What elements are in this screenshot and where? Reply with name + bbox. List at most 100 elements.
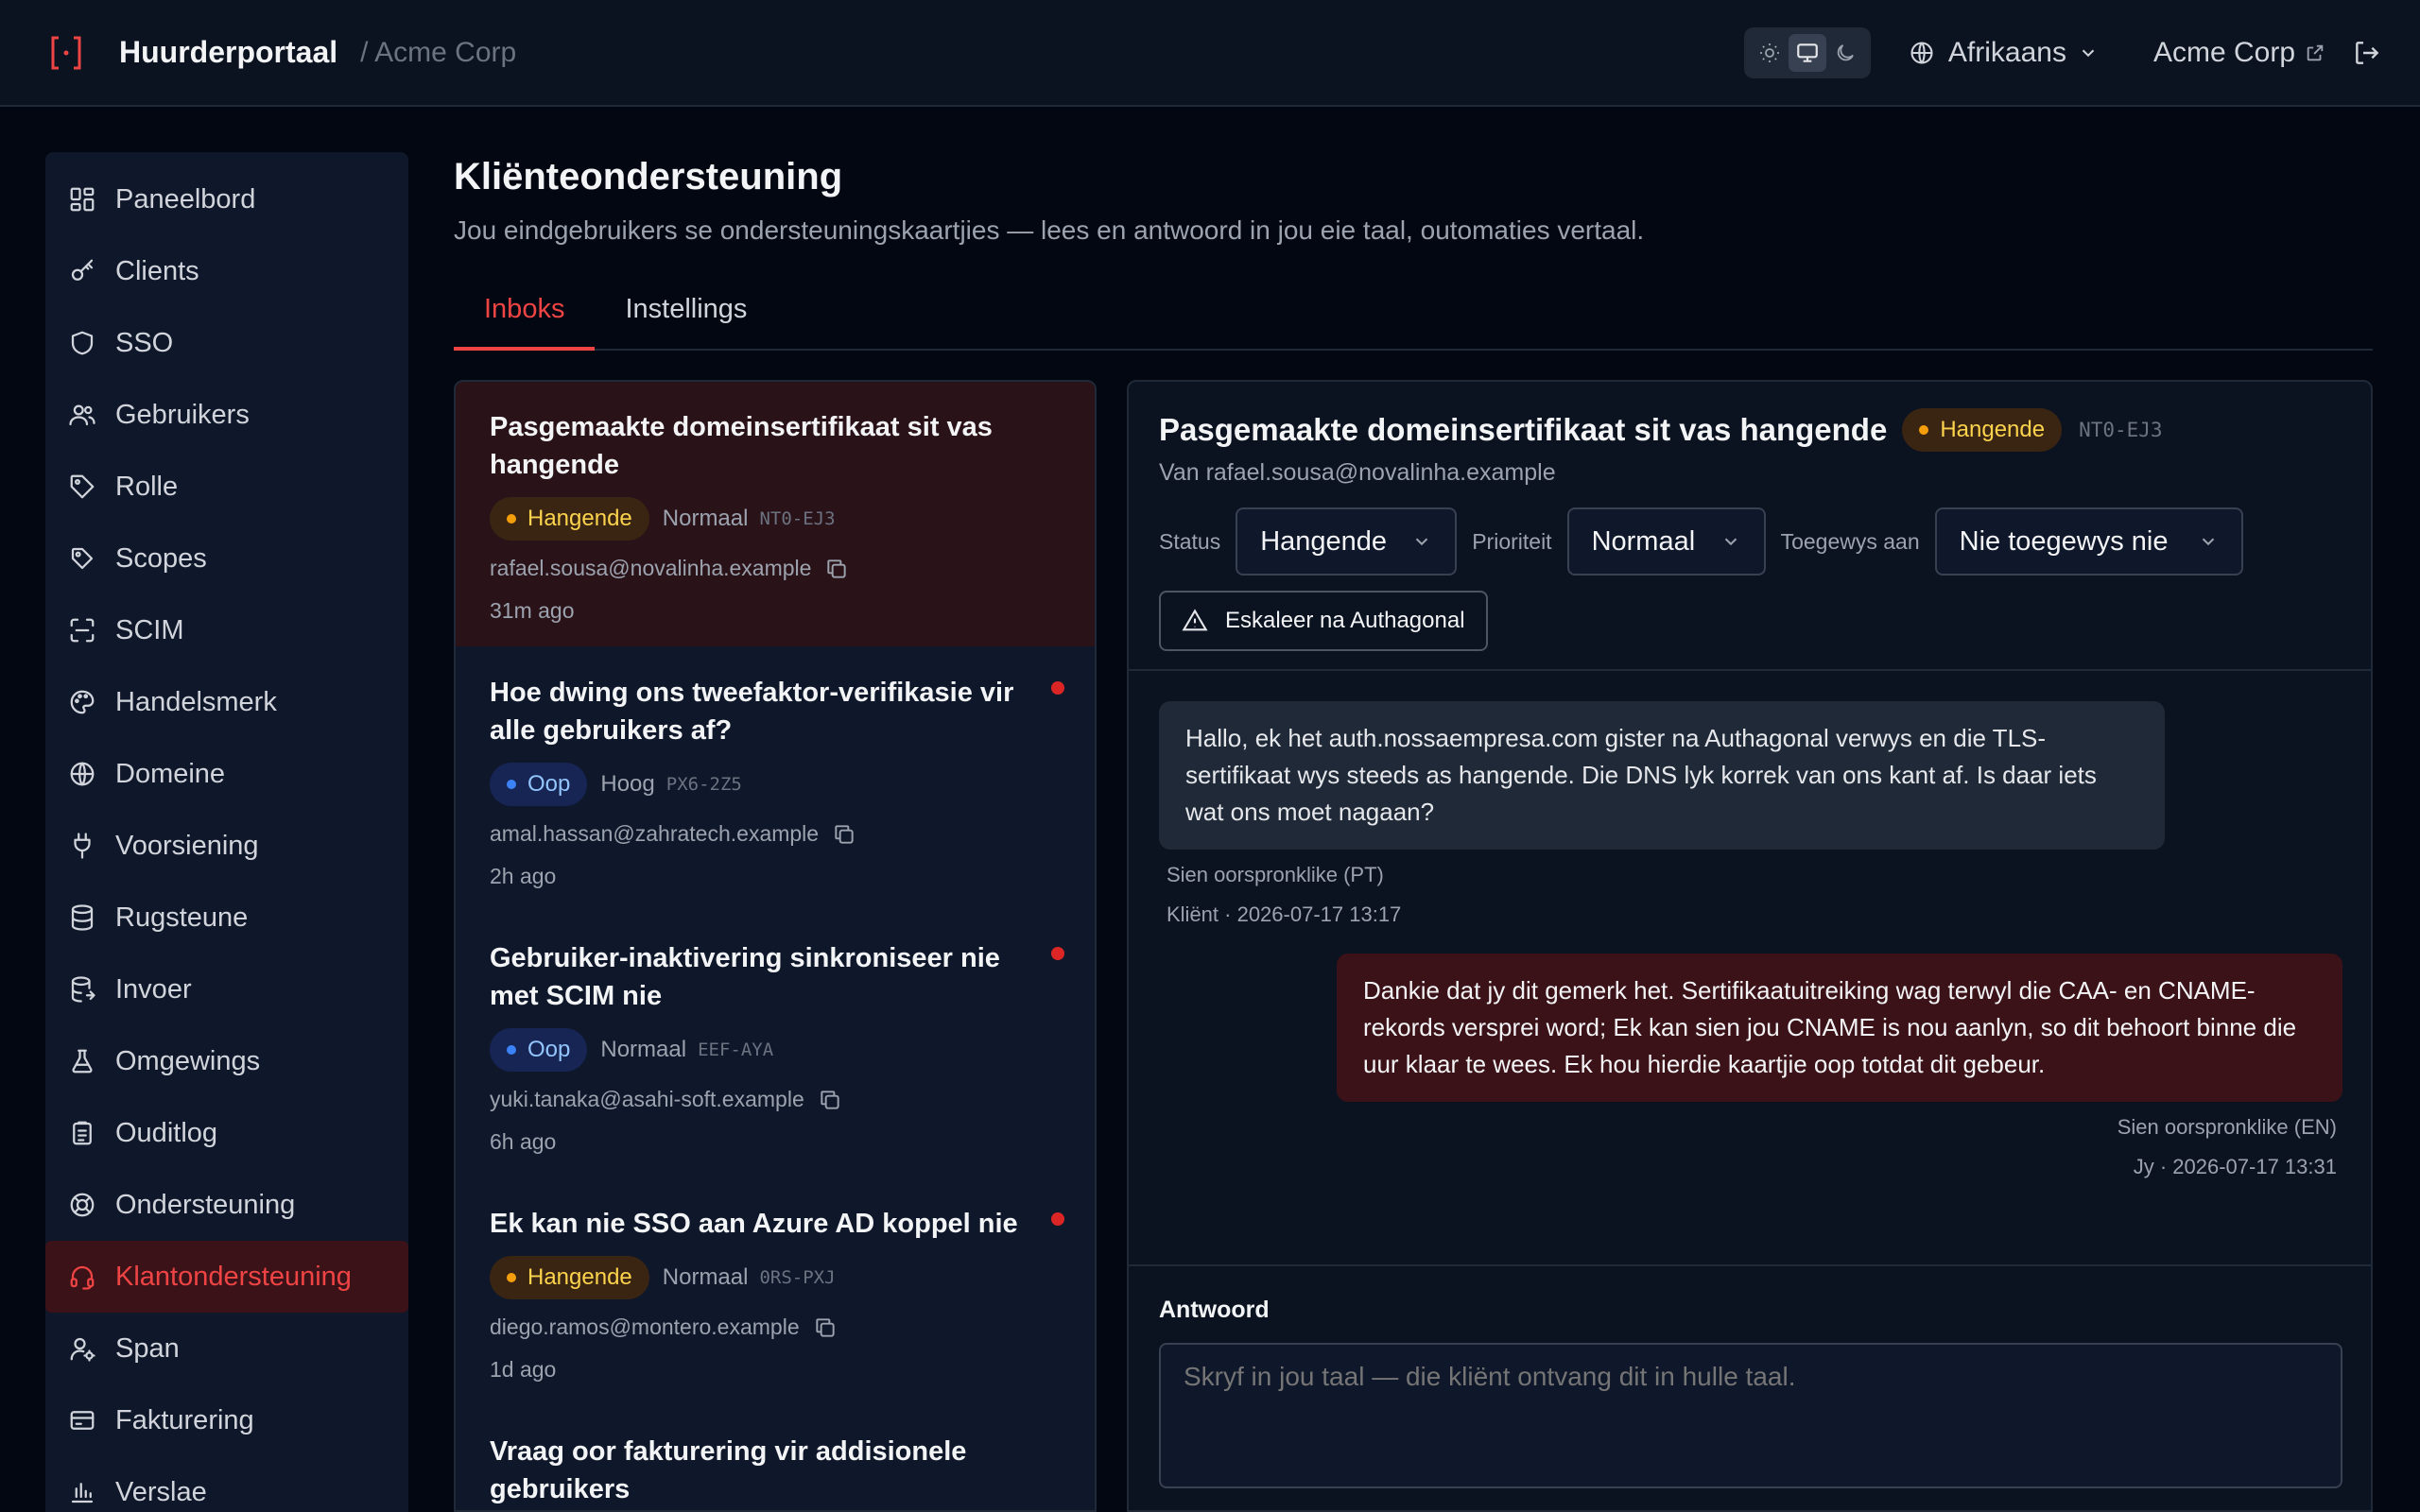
status-dot xyxy=(507,1273,516,1282)
assignee-select-value: Nie toegewys nie xyxy=(1959,525,2169,557)
sidebar-item-invoer[interactable]: Invoer xyxy=(45,954,408,1025)
moon-icon xyxy=(1837,44,1854,61)
copy-icon[interactable] xyxy=(832,822,856,847)
unread-dot xyxy=(1051,947,1064,960)
users-icon xyxy=(69,404,95,426)
view-original-link[interactable]: Sien oorspronklike (EN) xyxy=(1167,1113,2337,1142)
ticket-priority: Normaal xyxy=(662,506,749,531)
ticket-code: 0RS-PXJ xyxy=(759,1267,836,1288)
copy-icon[interactable] xyxy=(813,1315,838,1340)
sidebar-item-label: Voorsiening xyxy=(115,830,259,861)
status-badge: Hangende xyxy=(490,497,649,541)
sidebar-item-label: Domeine xyxy=(115,758,226,789)
escalate-label: Eskaleer na Authagonal xyxy=(1225,608,1465,633)
ticket-priority: Normaal xyxy=(662,1264,749,1290)
chevron-down-icon xyxy=(2082,49,2095,58)
ticket-email: diego.ramos@montero.example xyxy=(490,1314,800,1339)
sidebar-item-span[interactable]: Span xyxy=(45,1313,408,1384)
message-thread: Hallo, ek het auth.nossaempresa.com gist… xyxy=(1129,671,2371,1266)
scan-icon xyxy=(70,618,95,643)
sidebar-item-voorsiening[interactable]: Voorsiening xyxy=(45,810,408,882)
reply-label: Antwoord xyxy=(1159,1297,1270,1323)
headset-icon xyxy=(70,1265,95,1290)
ticket-time: 2h ago xyxy=(490,864,557,888)
ticket-priority: Normaal xyxy=(600,1037,687,1062)
warning-icon xyxy=(1182,609,1208,631)
status-badge-label: Hangende xyxy=(1940,417,2046,442)
status-dot xyxy=(1919,425,1929,435)
status-badge-label: Hangende xyxy=(527,506,632,531)
language-select[interactable]: Afrikaans xyxy=(1909,37,2112,69)
sidebar-item-ondersteuning[interactable]: Ondersteuning xyxy=(45,1169,408,1241)
message-meta: Jy · 2026-07-17 13:31 xyxy=(2133,1155,2337,1178)
status-dot xyxy=(507,1045,516,1055)
reply-section: Antwoord xyxy=(1129,1264,2371,1493)
key-icon xyxy=(71,259,94,281)
logout-icon[interactable] xyxy=(2352,38,2382,68)
bar-chart-icon xyxy=(71,1483,94,1503)
sidebar-item-scim[interactable]: SCIM xyxy=(45,594,408,666)
sidebar-item-verslae[interactable]: Verslae xyxy=(45,1456,408,1512)
sidebar-item-ouditlog[interactable]: Ouditlog xyxy=(45,1097,408,1169)
sidebar-item-clients[interactable]: Clients xyxy=(45,235,408,307)
language-label: Afrikaans xyxy=(1947,37,2066,68)
customer-message: Hallo, ek het auth.nossaempresa.com gist… xyxy=(1159,701,2165,850)
view-original-link[interactable]: Sien oorspronklike (PT) xyxy=(1167,861,2344,889)
ticket-title: Hoe dwing ons tweefaktor-verifikasie vir… xyxy=(490,678,1014,746)
sidebar-item-label: Gebruikers xyxy=(115,399,250,430)
reply-input[interactable] xyxy=(1159,1343,2342,1488)
unread-dot xyxy=(1051,681,1064,695)
ticket-list-item[interactable]: Vraag oor fakturering vir addisionele ge… xyxy=(456,1406,1095,1509)
sidebar-item-label: Paneelbord xyxy=(115,183,256,215)
chevron-down-icon xyxy=(2202,538,2214,546)
ticket-list-item[interactable]: Pasgemaakte domeinsertifikaat sit vas ha… xyxy=(456,382,1095,647)
clipboard-icon xyxy=(73,1121,92,1145)
priority-select[interactable]: Normaal xyxy=(1566,507,1766,576)
ticket-list-item[interactable]: Gebruiker-inaktivering sinkroniseer nie … xyxy=(456,913,1095,1178)
assignee-select[interactable]: Nie toegewys nie xyxy=(1934,507,2243,576)
tab-inbox[interactable]: Inboks xyxy=(454,283,596,351)
ticket-title: Ek kan nie SSO aan Azure AD koppel nie xyxy=(490,1209,1018,1239)
tab-settings[interactable]: Instellings xyxy=(595,283,777,351)
user-cog-icon xyxy=(70,1337,95,1362)
sidebar-item-rolle[interactable]: Rolle xyxy=(45,451,408,523)
sidebar-item-rugsteune[interactable]: Rugsteune xyxy=(45,882,408,954)
ticket-time: 31m ago xyxy=(490,598,575,623)
status-badge: Oop xyxy=(490,1028,588,1072)
theme-light-button[interactable] xyxy=(1751,34,1789,72)
status-badge-label: Oop xyxy=(527,771,571,797)
ticket-code: NT0-EJ3 xyxy=(759,508,836,529)
org-link-label: Acme Corp xyxy=(2152,37,2295,68)
ticket-code: PX6-2Z5 xyxy=(666,774,742,795)
sidebar-item-gebruikers[interactable]: Gebruikers xyxy=(45,379,408,451)
shield-icon xyxy=(71,331,94,355)
sun-icon xyxy=(1759,43,1779,62)
status-select[interactable]: Hangende xyxy=(1236,507,1458,576)
status-badge: Hangende xyxy=(1902,408,2063,452)
ticket-list-item[interactable]: Hoe dwing ons tweefaktor-verifikasie vir… xyxy=(456,647,1095,913)
copy-icon[interactable] xyxy=(818,1088,842,1112)
escalate-button[interactable]: Eskaleer na Authagonal xyxy=(1159,591,1488,651)
app-name[interactable]: Huurderportaal xyxy=(119,35,337,70)
sidebar-item-paneelbord[interactable]: Paneelbord xyxy=(45,163,408,235)
theme-dark-button[interactable] xyxy=(1826,34,1864,72)
sidebar-item-scopes[interactable]: Scopes xyxy=(45,523,408,594)
assignee-label: Toegewys aan xyxy=(1780,528,1920,554)
sidebar-item-omgewings[interactable]: Omgewings xyxy=(45,1025,408,1097)
sidebar-item-handelsmerk[interactable]: Handelsmerk xyxy=(45,666,408,738)
external-link-icon xyxy=(2307,44,2324,61)
ticket-time: 1d ago xyxy=(490,1357,557,1382)
sidebar-item-fakturering[interactable]: Fakturering xyxy=(45,1384,408,1456)
ticket-email: rafael.sousa@novalinha.example xyxy=(490,556,812,580)
org-link[interactable]: Acme Corp xyxy=(2153,37,2325,69)
theme-system-button[interactable] xyxy=(1788,34,1826,72)
main-content: Kliënteondersteuning Jou eindgebruikers … xyxy=(454,152,2373,351)
copy-icon[interactable] xyxy=(824,557,849,581)
sidebar-item-label: Ondersteuning xyxy=(115,1189,296,1220)
sidebar-item-klantondersteuning[interactable]: Klantondersteuning xyxy=(45,1241,408,1313)
sidebar-item-sso[interactable]: SSO xyxy=(45,307,408,379)
ticket-list-item[interactable]: Ek kan nie SSO aan Azure AD koppel nie Ha… xyxy=(456,1178,1095,1406)
sidebar-item-domeine[interactable]: Domeine xyxy=(45,738,408,810)
ticket-detail: Pasgemaakte domeinsertifikaat sit vas ha… xyxy=(1127,380,2373,1512)
palette-icon xyxy=(70,690,95,714)
